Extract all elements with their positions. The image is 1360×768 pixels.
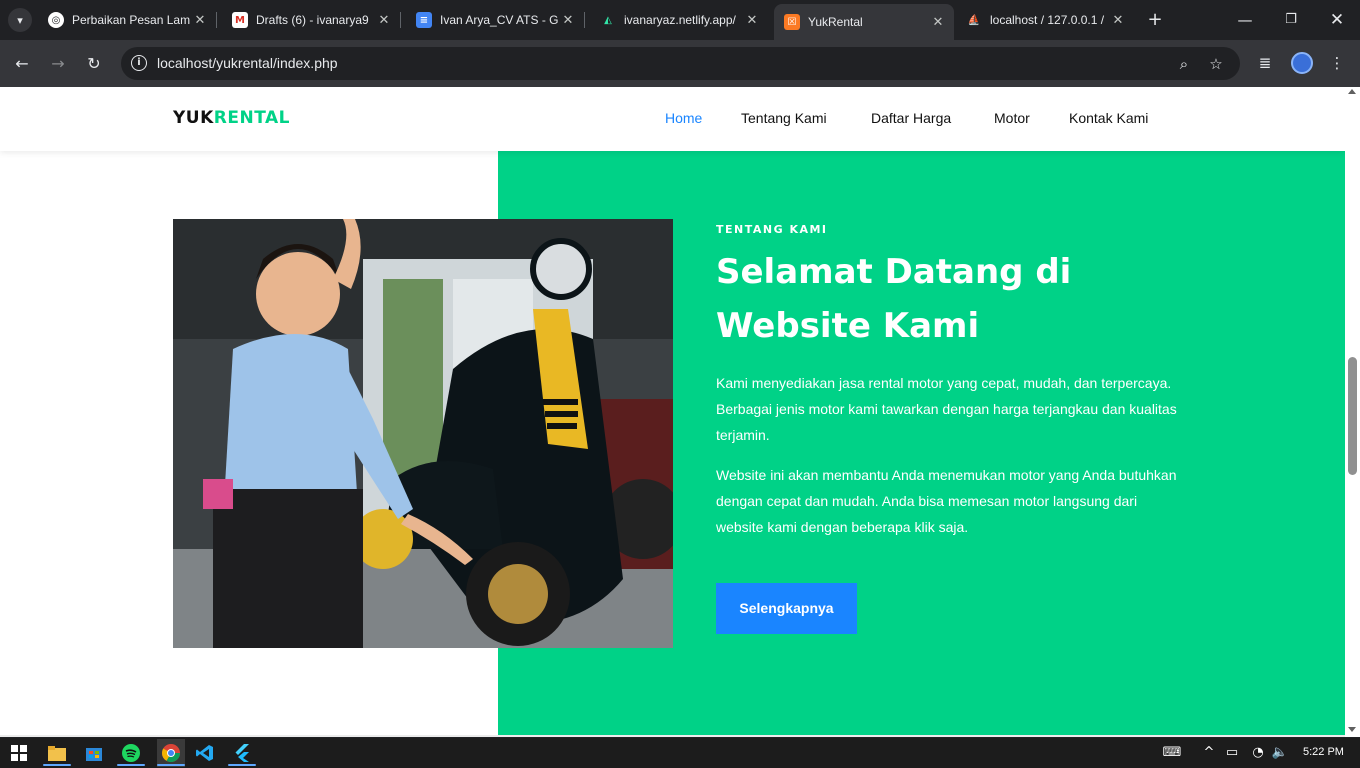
tab-close-icon[interactable]: ✕ bbox=[1108, 13, 1128, 28]
windows-start-icon[interactable] bbox=[8, 742, 30, 764]
url-text[interactable]: localhost/yukrental/index.php bbox=[157, 55, 338, 71]
wifi-icon[interactable]: ◔ bbox=[1249, 744, 1267, 762]
chrome-icon[interactable] bbox=[157, 739, 185, 767]
tab-title: ivanaryaz.netlify.app/ bbox=[624, 13, 736, 27]
tab-close-icon[interactable]: ✕ bbox=[190, 13, 210, 28]
zoom-icon[interactable]: ⌕ bbox=[1173, 53, 1195, 75]
browser-tab[interactable]: ◭ ivanaryaz.netlify.app/ ✕ bbox=[592, 6, 768, 34]
section-divider bbox=[0, 735, 1345, 737]
restore-icon[interactable]: ❐ bbox=[1279, 8, 1303, 32]
address-bar[interactable]: i localhost/yukrental/index.php ⌕ ☆ bbox=[121, 47, 1240, 80]
scroll-thumb[interactable] bbox=[1348, 357, 1357, 475]
section-eyebrow: TENTANG KAMI bbox=[716, 223, 828, 236]
phpmyadmin-icon: ⛵ bbox=[967, 14, 981, 26]
windows-taskbar: ⌨ ^ ▭ ◔ 🔈 5:22 PM bbox=[0, 738, 1360, 768]
bookmark-star-icon[interactable]: ☆ bbox=[1205, 53, 1227, 75]
nav-tentang-kami[interactable]: Tentang Kami bbox=[741, 110, 827, 126]
browser-tab[interactable]: M Drafts (6) - ivanarya9 ✕ bbox=[224, 6, 401, 34]
page-scrollbar[interactable] bbox=[1345, 87, 1360, 737]
flutter-icon[interactable] bbox=[231, 742, 253, 764]
minimize-icon[interactable]: — bbox=[1233, 8, 1257, 32]
scroll-up-arrow-icon[interactable] bbox=[1348, 89, 1356, 94]
nav-home[interactable]: Home bbox=[665, 110, 702, 126]
browser-tab-strip: ▾ ◎ Perbaikan Pesan Lam ✕ M Drafts (6) -… bbox=[0, 0, 1360, 40]
about-paragraph-2: Website ini akan membantu Anda menemukan… bbox=[716, 467, 1177, 535]
battery-icon[interactable]: ▭ bbox=[1223, 744, 1241, 762]
tab-title: Ivan Arya_CV ATS - G bbox=[440, 13, 558, 27]
microsoft-store-icon[interactable] bbox=[83, 742, 105, 764]
about-photo-scooter bbox=[173, 219, 673, 648]
browser-tab-active[interactable]: ☒ YukRental ✕ bbox=[774, 4, 954, 40]
file-explorer-icon[interactable] bbox=[46, 742, 68, 764]
nav-motor[interactable]: Motor bbox=[994, 110, 1030, 126]
xampp-icon: ☒ bbox=[784, 14, 800, 30]
nav-daftar-harga[interactable]: Daftar Harga bbox=[871, 110, 951, 126]
taskbar-clock[interactable]: 5:22 PM bbox=[1303, 746, 1344, 758]
media-control-icon[interactable]: ≣ bbox=[1254, 52, 1276, 74]
forward-icon[interactable]: → bbox=[46, 52, 70, 76]
browser-tab[interactable]: ≡ Ivan Arya_CV ATS - G ✕ bbox=[408, 6, 585, 34]
tab-close-icon[interactable]: ✕ bbox=[558, 13, 578, 28]
volume-icon[interactable]: 🔈 bbox=[1271, 744, 1289, 762]
scooter-photo-illustration bbox=[173, 219, 673, 648]
keyboard-layout-icon[interactable]: ⌨ bbox=[1159, 744, 1185, 762]
spotify-icon[interactable] bbox=[120, 742, 142, 764]
site-header: YUKRENTAL Home Tentang Kami Daftar Harga… bbox=[0, 87, 1345, 151]
google-docs-icon: ≡ bbox=[416, 12, 432, 28]
netlify-icon: ◭ bbox=[604, 14, 612, 26]
tab-title: Drafts (6) - ivanarya9 bbox=[256, 13, 369, 27]
tab-close-icon[interactable]: ✕ bbox=[742, 13, 762, 28]
nav-kontak-kami[interactable]: Kontak Kami bbox=[1069, 110, 1148, 126]
close-window-icon[interactable]: ✕ bbox=[1325, 8, 1349, 32]
tab-close-icon[interactable]: ✕ bbox=[374, 13, 394, 28]
vscode-icon[interactable] bbox=[194, 742, 216, 764]
back-icon[interactable]: ← bbox=[10, 52, 34, 76]
tab-title: YukRental bbox=[808, 15, 863, 29]
site-logo[interactable]: YUKRENTAL bbox=[173, 108, 290, 128]
selengkapnya-button[interactable]: Selengkapnya bbox=[716, 583, 857, 634]
menu-kebab-icon[interactable]: ⋮ bbox=[1326, 52, 1348, 74]
tab-search-button[interactable]: ▾ bbox=[8, 8, 32, 32]
page-viewport: YUKRENTAL Home Tentang Kami Daftar Harga… bbox=[0, 87, 1345, 737]
tray-chevron-up-icon[interactable]: ^ bbox=[1201, 744, 1217, 762]
about-headline: Selamat Datang di Website Kami bbox=[716, 252, 1072, 346]
browser-tab[interactable]: ⛵ localhost / 127.0.0.1 / ✕ bbox=[958, 6, 1134, 34]
tab-title: localhost / 127.0.0.1 / bbox=[990, 13, 1105, 27]
browser-tab[interactable]: ◎ Perbaikan Pesan Lam ✕ bbox=[40, 6, 217, 34]
chatgpt-icon: ◎ bbox=[48, 12, 64, 28]
browser-toolbar: ← → ↻ i localhost/yukrental/index.php ⌕ … bbox=[0, 40, 1360, 87]
about-paragraph-1: Kami menyediakan jasa rental motor yang … bbox=[716, 375, 1177, 443]
tab-title: Perbaikan Pesan Lam bbox=[72, 13, 190, 27]
new-tab-button[interactable]: + bbox=[1145, 10, 1165, 30]
reload-icon[interactable]: ↻ bbox=[82, 52, 106, 76]
scroll-down-arrow-icon[interactable] bbox=[1348, 727, 1356, 732]
profile-avatar[interactable] bbox=[1291, 52, 1313, 74]
site-info-icon[interactable]: i bbox=[131, 55, 147, 71]
tab-close-icon[interactable]: ✕ bbox=[928, 15, 948, 30]
gmail-icon: M bbox=[232, 12, 248, 28]
